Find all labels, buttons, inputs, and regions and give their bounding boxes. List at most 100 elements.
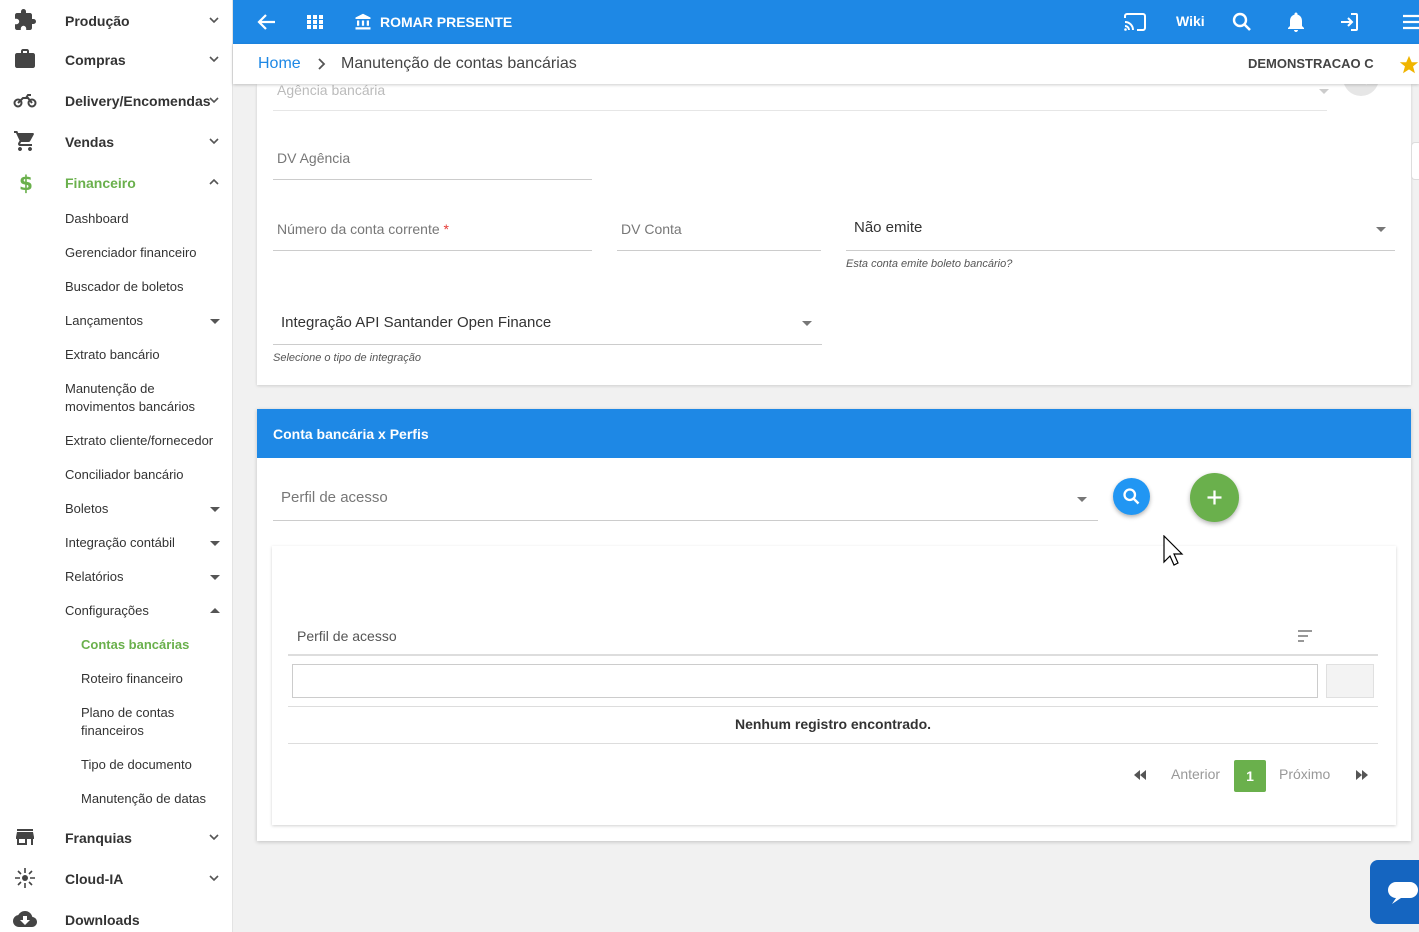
integracao-value: Integração API Santander Open Finance (281, 314, 552, 331)
pagination-prev[interactable]: Anterior (1171, 766, 1220, 782)
pagination-current-page[interactable]: 1 (1234, 760, 1266, 792)
company-short-name: DEMONSTRACAO C (1248, 56, 1374, 71)
search-icon (1123, 488, 1140, 505)
logout-icon[interactable] (1337, 10, 1361, 34)
sidebar-item-label: Delivery/Encomendas (65, 92, 211, 109)
bank-account-form: Agência bancária DV Agência Número da co… (257, 74, 1411, 385)
add-perfil-button[interactable] (1190, 473, 1239, 522)
sidebar-item-buscador[interactable]: Buscador de boletos (65, 278, 184, 296)
perfil-acesso-select[interactable]: Perfil de acesso (273, 481, 1098, 521)
perfis-card-title: Conta bancária x Perfis (273, 426, 429, 442)
column-filter-input[interactable] (292, 664, 1318, 698)
sidebar-item-manutencao-datas[interactable]: Manutenção de datas (81, 790, 206, 808)
mouse-cursor-icon (1163, 535, 1184, 566)
page-title: Manutenção de contas bancárias (341, 55, 577, 72)
wiki-link[interactable]: Wiki (1176, 13, 1205, 29)
perfil-acesso-placeholder: Perfil de acesso (281, 489, 388, 506)
sidebar-item-franquias[interactable]: Franquias (0, 817, 232, 858)
sidebar-item-plano-contas-line2[interactable]: financeiros (81, 722, 144, 740)
sidebar-item-extrato[interactable]: Extrato bancário (65, 346, 160, 364)
integracao-hint: Selecione o tipo de integração (273, 352, 421, 364)
caret-up-icon (210, 608, 220, 613)
cart-icon (14, 131, 34, 151)
perfis-table: Perfil de acesso Nenhum registro encontr… (272, 546, 1396, 825)
sidebar-item-boletos[interactable]: Boletos (65, 500, 108, 518)
pagination-next[interactable]: Próximo (1279, 766, 1330, 782)
bell-icon[interactable] (1284, 10, 1308, 34)
sidebar-item-gerenciador[interactable]: Gerenciador financeiro (65, 244, 197, 262)
caret-down-icon (210, 319, 220, 324)
sidebar-item-roteiro[interactable]: Roteiro financeiro (81, 670, 183, 688)
sidebar-item-label: Vendas (65, 133, 115, 150)
filter-button[interactable] (1326, 664, 1374, 698)
sidebar-item-manutencao-movimentos-line2[interactable]: movimentos bancários (65, 398, 195, 416)
sidebar-item-producao[interactable]: Produção (0, 0, 232, 41)
dv-conta-input[interactable]: DV Conta (617, 215, 821, 251)
chevron-down-icon (209, 138, 219, 145)
briefcase-icon (15, 49, 35, 68)
sidebar-item-plano-contas[interactable]: Plano de contas (81, 704, 174, 722)
boleto-hint: Esta conta emite boleto bancário? (846, 258, 1013, 270)
dv-conta-placeholder: DV Conta (621, 221, 682, 237)
first-page-icon[interactable] (1132, 768, 1148, 782)
breadcrumb-home[interactable]: Home (258, 55, 301, 73)
apps-grid-icon[interactable] (303, 10, 327, 34)
sidebar-item-relatorios[interactable]: Relatórios (65, 568, 124, 586)
star-icon[interactable] (1398, 54, 1419, 76)
sidebar-item-financeiro[interactable]: $ Financeiro (0, 162, 232, 203)
chat-button[interactable] (1370, 860, 1419, 924)
svg-text:$: $ (19, 171, 33, 194)
sidebar-item-integracao-contabil[interactable]: Integração contábil (65, 534, 175, 552)
sidebar-item-configuracoes[interactable]: Configurações (65, 602, 149, 620)
sidebar-item-label: Financeiro (65, 174, 136, 191)
menu-icon[interactable] (1399, 10, 1419, 34)
side-tab[interactable] (1411, 142, 1419, 180)
row-divider (288, 706, 1378, 707)
dropdown-arrow-icon (1319, 89, 1329, 94)
sidebar-item-downloads[interactable]: Downloads (0, 899, 232, 932)
header-divider (288, 654, 1378, 656)
sidebar-item-contas-bancarias[interactable]: Contas bancárias (81, 636, 189, 654)
puzzle-icon (15, 9, 36, 30)
empty-message: Nenhum registro encontrado. (734, 716, 932, 732)
cast-icon[interactable] (1123, 10, 1147, 34)
sidebar-item-vendas[interactable]: Vendas (0, 121, 232, 162)
sidebar-item-label: Franquias (65, 829, 132, 846)
store-icon (16, 829, 34, 845)
boleto-value: Não emite (854, 219, 923, 236)
sidebar-item-manutencao-movimentos[interactable]: Manutenção de (65, 380, 155, 398)
sidebar-item-compras[interactable]: Compras (0, 39, 232, 80)
caret-down-icon (210, 575, 220, 580)
agencia-placeholder: Agência bancária (277, 82, 386, 98)
search-perfil-button[interactable] (1113, 478, 1150, 515)
dv-agencia-placeholder: DV Agência (277, 150, 351, 166)
sidebar-item-dashboard[interactable]: Dashboard (65, 210, 129, 228)
boleto-select[interactable]: Não emite (846, 213, 1395, 251)
sparkle-icon (15, 868, 35, 888)
numero-conta-input[interactable]: Número da conta corrente * (273, 215, 592, 251)
sidebar-item-cloud-ia[interactable]: Cloud-IA (0, 858, 232, 899)
sidebar-item-lancamentos[interactable]: Lançamentos (65, 312, 143, 330)
sidebar-item-label: Downloads (65, 911, 140, 928)
chevron-down-icon (209, 17, 219, 24)
plus-icon (1207, 490, 1222, 505)
perfis-card-header: Conta bancária x Perfis (257, 409, 1411, 458)
dropdown-arrow-icon (802, 321, 812, 326)
sidebar: Produção Compras Delivery/Encomendas Ven… (0, 0, 233, 932)
sidebar-item-extrato-cliente[interactable]: Extrato cliente/fornecedor (65, 432, 213, 450)
sidebar-item-label: Cloud-IA (65, 870, 124, 887)
sort-icon[interactable] (1296, 629, 1314, 643)
dv-agencia-input[interactable]: DV Agência (273, 144, 592, 180)
integracao-select[interactable]: Integração API Santander Open Finance (273, 306, 822, 345)
back-arrow-icon[interactable] (255, 10, 279, 34)
column-header-perfil[interactable]: Perfil de acesso (297, 628, 397, 644)
search-icon[interactable] (1230, 10, 1254, 34)
last-page-icon[interactable] (1354, 768, 1370, 782)
breadcrumb: Home Manutenção de contas bancárias DEMO… (233, 44, 1419, 84)
company-selector[interactable]: ROMAR PRESENTE (354, 0, 512, 44)
sidebar-item-label: Produção (65, 12, 130, 29)
bank-icon (355, 13, 371, 30)
sidebar-item-delivery[interactable]: Delivery/Encomendas (0, 80, 232, 121)
sidebar-item-conciliador[interactable]: Conciliador bancário (65, 466, 184, 484)
sidebar-item-tipo-documento[interactable]: Tipo de documento (81, 756, 192, 774)
